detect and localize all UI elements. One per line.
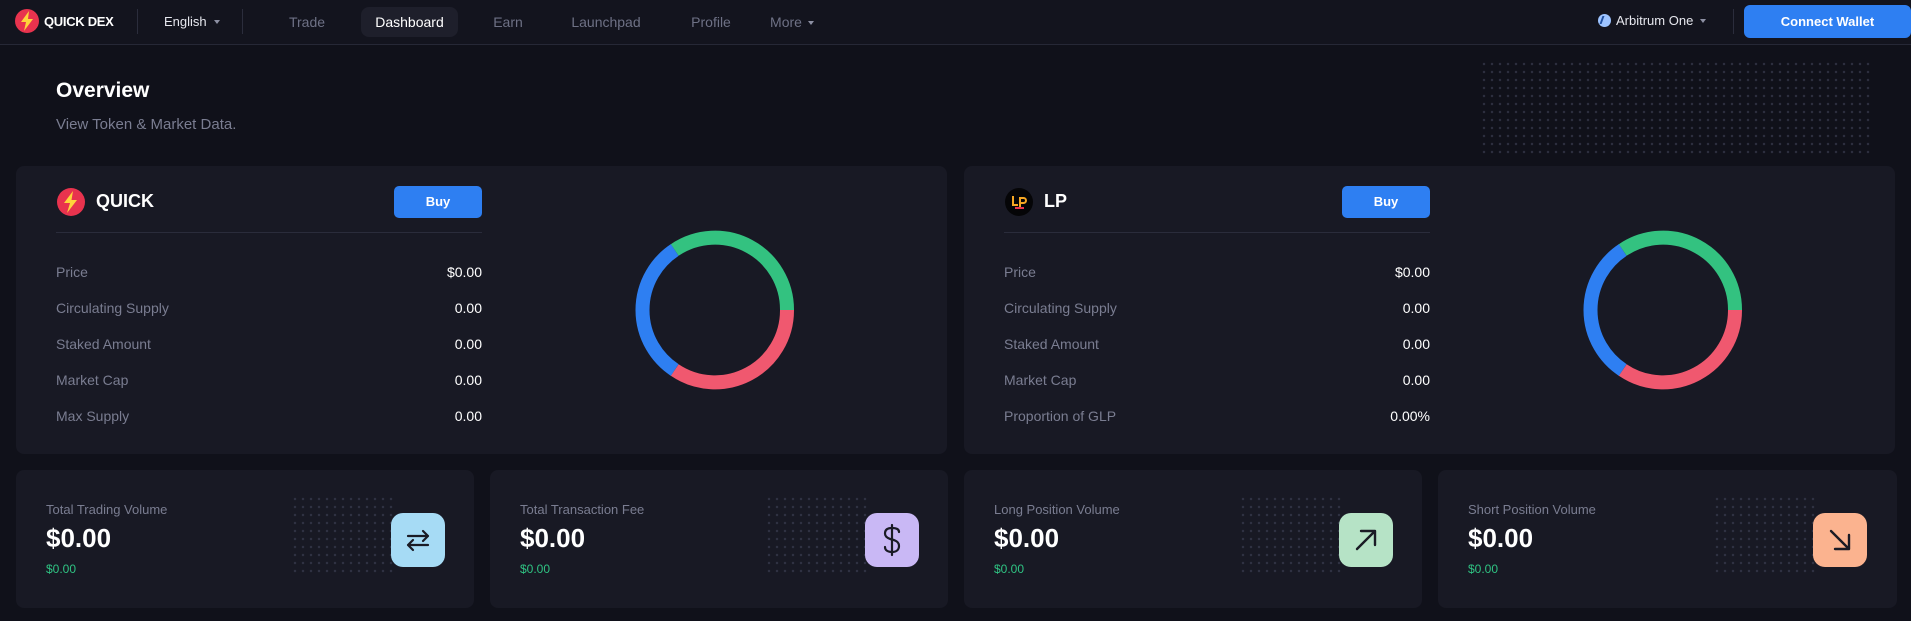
chevron-down-icon — [1700, 18, 1707, 23]
stat-label: Staked Amount — [1004, 336, 1099, 352]
donut-segment-green — [1618, 230, 1743, 311]
arrow-up-right-icon — [1339, 513, 1393, 567]
stat-value: 0.00 — [454, 300, 482, 316]
token-name: QUICK — [96, 191, 154, 211]
quick-token-icon — [57, 188, 85, 216]
divider — [137, 9, 138, 34]
language-selector[interactable]: English — [164, 14, 220, 29]
network-label: Arbitrum One — [1616, 13, 1694, 28]
token-name: LP — [1044, 191, 1068, 211]
metric-sub-value: $0.00 — [520, 562, 551, 576]
dollar-icon — [865, 513, 919, 567]
decorative-dot-pattern — [291, 495, 396, 575]
stat-value: $0.00 — [446, 264, 482, 280]
stat-value: 0.00 — [1402, 372, 1430, 388]
stat-value: 0.00 — [454, 372, 482, 388]
stat-label: Max Supply — [56, 408, 130, 424]
nav-profile[interactable]: Profile — [682, 7, 740, 37]
arbitrum-icon — [1598, 14, 1611, 27]
lightning-logo-icon — [15, 9, 39, 33]
stat-value: 0.00% — [1390, 408, 1430, 424]
stat-label: Staked Amount — [56, 336, 151, 352]
stat-row-staked-amount: Staked Amount 0.00 — [1004, 336, 1430, 356]
stat-value: $0.00 — [1394, 264, 1430, 280]
nav-earn[interactable]: Earn — [484, 7, 532, 37]
stat-row-market-cap: Market Cap 0.00 — [1004, 372, 1430, 392]
stat-row-price: Price $0.00 — [56, 264, 482, 284]
nav-dashboard[interactable]: Dashboard — [361, 7, 458, 37]
donut-segment-blue — [1583, 244, 1627, 376]
metric-label: Total Trading Volume — [46, 502, 168, 517]
nav-trade[interactable]: Trade — [280, 7, 334, 37]
stat-label: Circulating Supply — [1004, 300, 1117, 316]
page-title: Overview — [56, 79, 150, 102]
distribution-donut-chart — [1583, 230, 1743, 390]
metric-card-short-position-volume: Short Position Volume $0.00 $0.00 — [1438, 470, 1897, 608]
nav-launchpad[interactable]: Launchpad — [563, 7, 649, 37]
connect-wallet-button[interactable]: Connect Wallet — [1744, 5, 1911, 38]
metric-card-total-trading-volume: Total Trading Volume $0.00 $0.00 — [16, 470, 474, 608]
stat-value: 0.00 — [454, 408, 482, 424]
stat-value: 0.00 — [1402, 300, 1430, 316]
token-card-lp: LP Buy Price $0.00 Circulating Supply 0.… — [964, 166, 1895, 454]
stat-value: 0.00 — [454, 336, 482, 352]
stat-row-price: Price $0.00 — [1004, 264, 1430, 284]
decorative-dot-pattern — [1713, 495, 1818, 575]
decorative-dot-pattern — [1480, 60, 1870, 156]
metric-label: Total Transaction Fee — [520, 502, 645, 517]
metric-value: $0.00 — [520, 523, 586, 553]
metric-value: $0.00 — [994, 523, 1060, 553]
nav-more-label: More — [770, 14, 802, 30]
top-header: QUICK DEX English Trade Dashboard Earn L… — [0, 0, 1911, 45]
donut-segment-red — [1618, 309, 1743, 390]
decorative-dot-pattern — [765, 495, 870, 575]
decorative-dot-pattern — [1239, 495, 1344, 575]
divider — [242, 9, 243, 34]
stat-row-max-supply: Max Supply 0.00 — [56, 408, 482, 428]
stat-label: Price — [56, 264, 88, 280]
metric-card-long-position-volume: Long Position Volume $0.00 $0.00 — [964, 470, 1422, 608]
stat-row-proportion-of-glp: Proportion of GLP 0.00% — [1004, 408, 1430, 428]
chevron-down-icon — [213, 19, 220, 24]
app-logo[interactable]: QUICK DEX — [14, 8, 114, 34]
swap-arrows-icon — [391, 513, 445, 567]
stat-value: 0.00 — [1402, 336, 1430, 352]
metric-label: Long Position Volume — [994, 502, 1120, 517]
nav-more[interactable]: More — [764, 7, 820, 37]
metric-value: $0.00 — [46, 523, 112, 553]
network-selector[interactable]: Arbitrum One — [1598, 13, 1707, 28]
metric-value: $0.00 — [1468, 523, 1534, 553]
metric-label: Short Position Volume — [1468, 502, 1596, 517]
stat-label: Proportion of GLP — [1004, 408, 1117, 424]
divider — [1004, 232, 1430, 233]
metric-sub-value: $0.00 — [46, 562, 77, 576]
chevron-down-icon — [807, 21, 814, 26]
distribution-donut-chart — [635, 230, 795, 390]
stat-row-staked-amount: Staked Amount 0.00 — [56, 336, 482, 356]
donut-segment-red — [670, 309, 795, 390]
divider — [1733, 9, 1734, 34]
arrow-down-right-icon — [1813, 513, 1867, 567]
stat-label: Price — [1004, 264, 1036, 280]
stat-row-circulating-supply: Circulating Supply 0.00 — [1004, 300, 1430, 320]
lp-token-icon — [1005, 188, 1033, 216]
stat-label: Market Cap — [56, 372, 129, 388]
donut-segment-green — [670, 230, 795, 311]
donut-segment-blue — [635, 244, 679, 376]
language-label: English — [164, 14, 207, 29]
logo-text: QUICK DEX — [44, 13, 114, 29]
token-card-quick: QUICK Buy Price $0.00 Circulating Supply… — [16, 166, 947, 454]
buy-button[interactable]: Buy — [394, 186, 482, 218]
stat-label: Market Cap — [1004, 372, 1077, 388]
buy-button[interactable]: Buy — [1342, 186, 1430, 218]
stat-label: Circulating Supply — [56, 300, 169, 316]
metric-card-total-transaction-fee: Total Transaction Fee $0.00 $0.00 — [490, 470, 948, 608]
page-subtitle: View Token & Market Data. — [56, 116, 237, 133]
metric-sub-value: $0.00 — [1468, 562, 1499, 576]
stat-row-market-cap: Market Cap 0.00 — [56, 372, 482, 392]
divider — [56, 232, 482, 233]
stat-row-circulating-supply: Circulating Supply 0.00 — [56, 300, 482, 320]
metric-sub-value: $0.00 — [994, 562, 1025, 576]
